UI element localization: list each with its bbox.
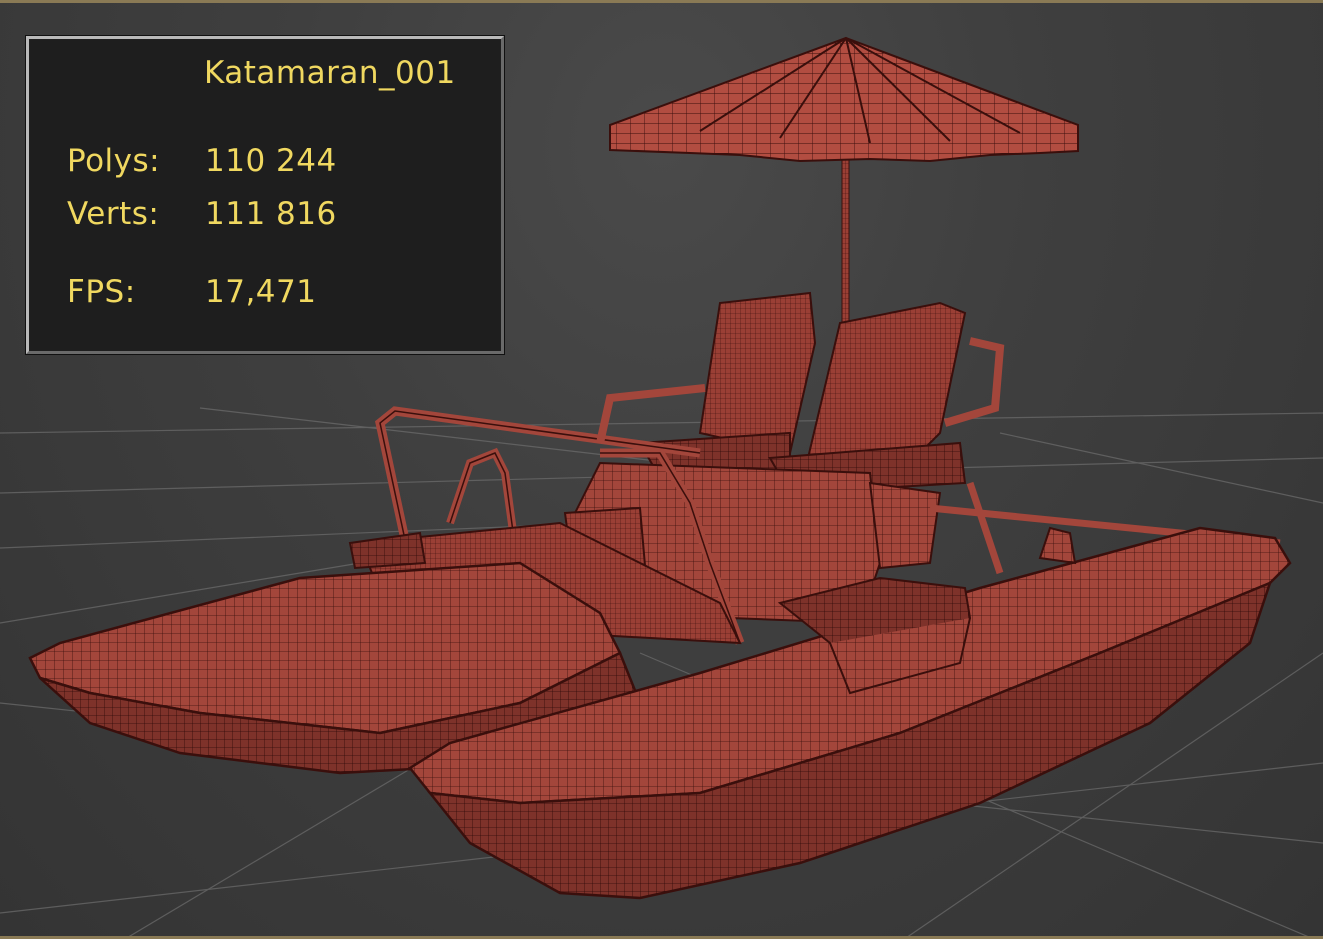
polys-row: Polys: 110 244 [67,141,337,181]
polys-label: Polys: [67,143,161,179]
polys-value: 110 244 [205,143,337,179]
fps-row: FPS: 17,471 [67,272,316,312]
fps-value: 17,471 [205,274,317,310]
viewport[interactable]: Katamaran_001 Polys: 110 244 Verts: 111 81… [0,0,1323,939]
verts-row: Verts: 111 816 [67,194,337,234]
fps-label: FPS: [67,274,136,310]
verts-value: 111 816 [205,196,337,232]
object-name: Katamaran_001 [204,55,456,91]
verts-label: Verts: [67,196,160,232]
viewport-statistics-panel: Katamaran_001 Polys: 110 244 Verts: 111 81… [26,36,504,354]
